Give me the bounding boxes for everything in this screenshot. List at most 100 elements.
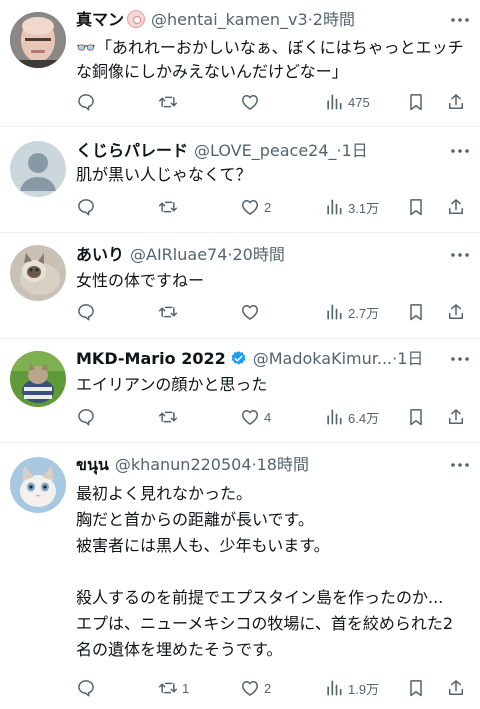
retweet-button[interactable] (158, 195, 182, 219)
like-count: 4 (264, 409, 272, 425)
retweet-icon (158, 306, 178, 318)
retweet-icon (158, 96, 178, 108)
action-bar: 475 (76, 90, 466, 114)
more-dots-icon[interactable] (448, 243, 472, 267)
like-button[interactable]: 4 (240, 405, 271, 429)
bookmark-button[interactable] (406, 676, 426, 700)
retweet-button[interactable] (158, 90, 182, 114)
reply-bubble-icon (78, 199, 94, 216)
tweet-item[interactable]: あいり @AIRluae74·20時間 女性の体ですねー 2.7万 (0, 233, 480, 339)
like-button[interactable]: 2 (240, 195, 271, 219)
views-button[interactable]: 1.9万 (324, 676, 379, 700)
tweet-header: ขนุน @khanun220504·18時間 (76, 453, 444, 477)
like-button[interactable] (240, 300, 264, 324)
retweet-button[interactable] (158, 405, 182, 429)
reply-button[interactable] (76, 405, 100, 429)
like-button[interactable] (240, 90, 264, 114)
like-button[interactable]: 2 (240, 676, 271, 700)
user-handle[interactable]: @khanun220504 (115, 455, 252, 474)
display-name[interactable]: くじらパレード (76, 141, 188, 160)
share-button[interactable] (446, 300, 466, 324)
display-name[interactable]: あいり (76, 245, 124, 264)
views-bar-chart-icon (327, 409, 342, 425)
more-dots-icon[interactable] (448, 8, 472, 32)
share-button[interactable] (446, 90, 466, 114)
bookmark-button[interactable] (406, 300, 426, 324)
bookmark-icon (410, 199, 422, 216)
tweet-text: エイリアンの顔かと思った (76, 375, 268, 394)
avatar[interactable] (10, 457, 66, 513)
view-count: 475 (348, 94, 370, 110)
retweet-button[interactable] (158, 300, 182, 324)
share-upload-icon (449, 94, 463, 109)
views-bar-chart-icon (327, 680, 342, 696)
timestamp[interactable]: 20時間 (232, 245, 284, 264)
bookmark-icon (410, 680, 422, 697)
retweet-count: 1 (182, 680, 190, 696)
share-button[interactable] (446, 405, 466, 429)
view-count: 2.7万 (348, 305, 380, 321)
views-button[interactable]: 3.1万 (324, 195, 379, 219)
view-count: 1.9万 (348, 681, 380, 697)
display-name[interactable]: 真マン (76, 10, 124, 29)
tweet-header: MKD-Mario 2022 @MadokaKimur...·1日 (76, 347, 444, 371)
view-count: 6.4万 (348, 410, 380, 426)
like-count: 2 (264, 199, 272, 215)
action-bar: 4 6.4万 (76, 405, 466, 429)
action-bar: 1 2 1.9万 (76, 676, 466, 700)
bookmark-icon (410, 304, 422, 321)
share-button[interactable] (446, 676, 466, 700)
tweet-text: 最初よく見れなかった。 胸だと首からの距離が長いです。 被害者には黒人も、少年も… (76, 484, 454, 659)
timestamp[interactable]: 18時間 (257, 455, 309, 474)
tweet-header: 真マン @hentai_kamen_v3·2時間 (76, 8, 444, 32)
more-dots-icon[interactable] (448, 347, 472, 371)
retweet-icon (158, 411, 178, 423)
heart-icon (242, 200, 258, 215)
display-name[interactable]: MKD-Mario 2022 (76, 349, 226, 368)
like-count: 2 (264, 680, 272, 696)
heart-icon (242, 410, 258, 425)
avatar[interactable] (10, 245, 66, 301)
more-dots-icon[interactable] (448, 453, 472, 477)
display-name[interactable]: ขนุน (76, 455, 109, 474)
tweet-item[interactable]: 真マン @hentai_kamen_v3·2時間 👓「あれれーおかしいなぁ、ぼくに… (0, 0, 480, 127)
views-button[interactable]: 475 (324, 90, 370, 114)
avatar[interactable] (10, 351, 66, 407)
timestamp[interactable]: 1日 (397, 349, 423, 368)
avatar[interactable] (10, 141, 66, 197)
share-upload-icon (449, 199, 463, 214)
share-upload-icon (449, 409, 463, 424)
user-handle[interactable]: @AIRluae74 (130, 245, 227, 264)
bookmark-button[interactable] (406, 90, 426, 114)
user-handle[interactable]: @hentai_kamen_v3 (151, 10, 308, 29)
action-bar: 2.7万 (76, 300, 466, 324)
reply-button[interactable] (76, 195, 100, 219)
tweet-header: あいり @AIRluae74·20時間 (76, 243, 444, 267)
share-button[interactable] (446, 195, 466, 219)
reply-button[interactable] (76, 300, 100, 324)
user-handle[interactable]: @LOVE_peace24_ (194, 141, 337, 160)
reply-button[interactable] (76, 676, 100, 700)
tweet-text: 👓「あれれーおかしいなぁ、ぼくにはちゃっとエッチな銅像にしかみえないんだけどなー… (76, 38, 464, 81)
views-button[interactable]: 6.4万 (324, 405, 379, 429)
user-handle[interactable]: @MadokaKimur... (253, 349, 392, 368)
views-bar-chart-icon (327, 94, 342, 110)
more-dots-icon[interactable] (448, 139, 472, 163)
avatar[interactable] (10, 12, 66, 68)
retweet-button[interactable]: 1 (158, 676, 189, 700)
timestamp[interactable]: 1日 (342, 141, 368, 160)
views-bar-chart-icon (327, 304, 342, 320)
tweet-item[interactable]: ขนุน @khanun220504·18時間 最初よく見れなかった。 胸だと首か… (0, 443, 480, 709)
retweet-icon (158, 682, 178, 694)
retweet-icon (158, 201, 178, 213)
reply-button[interactable] (76, 90, 100, 114)
views-button[interactable]: 2.7万 (324, 300, 379, 324)
timestamp[interactable]: 2時間 (313, 10, 355, 29)
share-upload-icon (449, 304, 463, 319)
heart-icon (242, 95, 258, 110)
bookmark-button[interactable] (406, 195, 426, 219)
tweet-item[interactable]: MKD-Mario 2022 @MadokaKimur...·1日 エイリアンの顔… (0, 339, 480, 443)
bookmark-button[interactable] (406, 405, 426, 429)
bookmark-icon (410, 409, 422, 426)
tweet-item[interactable]: くじらパレード @LOVE_peace24_·1日 肌が黒い人じゃなくて？ 2 3… (0, 127, 480, 233)
